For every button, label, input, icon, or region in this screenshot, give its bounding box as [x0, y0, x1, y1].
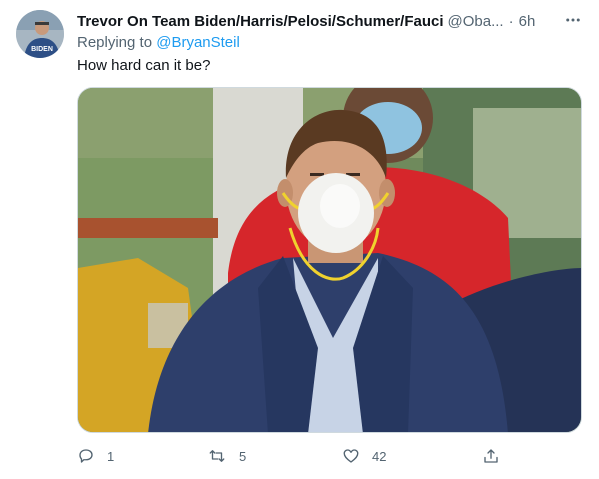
avatar-shirt-text: BIDEN — [31, 46, 53, 53]
share-icon — [484, 449, 498, 463]
tweet-timestamp[interactable]: 6h — [519, 13, 536, 30]
avatar[interactable]: BIDEN — [16, 10, 64, 58]
replying-to-label: Replying to — [77, 34, 153, 51]
reply-icon — [79, 449, 93, 463]
replying-to-mention[interactable]: @BryanSteil — [156, 34, 240, 51]
more-options-button[interactable] — [562, 9, 584, 31]
tweet-text: How hard can it be? — [77, 57, 211, 74]
separator-dot: · — [508, 12, 514, 30]
more-horizontal-icon — [566, 18, 580, 22]
tweet-header: Trevor On Team Biden/Harris/Pelosi/Schum… — [77, 11, 582, 31]
replying-to-line: Replying to @BryanSteil — [77, 34, 240, 51]
tweet-photo[interactable] — [77, 87, 582, 433]
like-count: 42 — [372, 448, 387, 464]
share-button[interactable] — [482, 444, 500, 468]
reply-button[interactable]: 1 — [77, 444, 114, 468]
reply-count: 1 — [107, 448, 115, 464]
tweet-actions: 1 5 42 — [77, 444, 582, 468]
tweet[interactable]: BIDEN Trevor On Team Biden/Harris/Pelosi… — [0, 0, 599, 479]
retweet-count: 5 — [239, 448, 247, 464]
like-button[interactable]: 42 — [342, 444, 386, 468]
avatar-image: BIDEN — [16, 10, 64, 58]
photo-image — [78, 88, 581, 432]
heart-icon — [343, 449, 359, 463]
author-name[interactable]: Trevor On Team Biden/Harris/Pelosi/Schum… — [77, 13, 444, 30]
author-handle[interactable]: @Oba... — [448, 13, 504, 30]
retweet-icon — [209, 450, 225, 462]
retweet-button[interactable]: 5 — [207, 444, 246, 468]
